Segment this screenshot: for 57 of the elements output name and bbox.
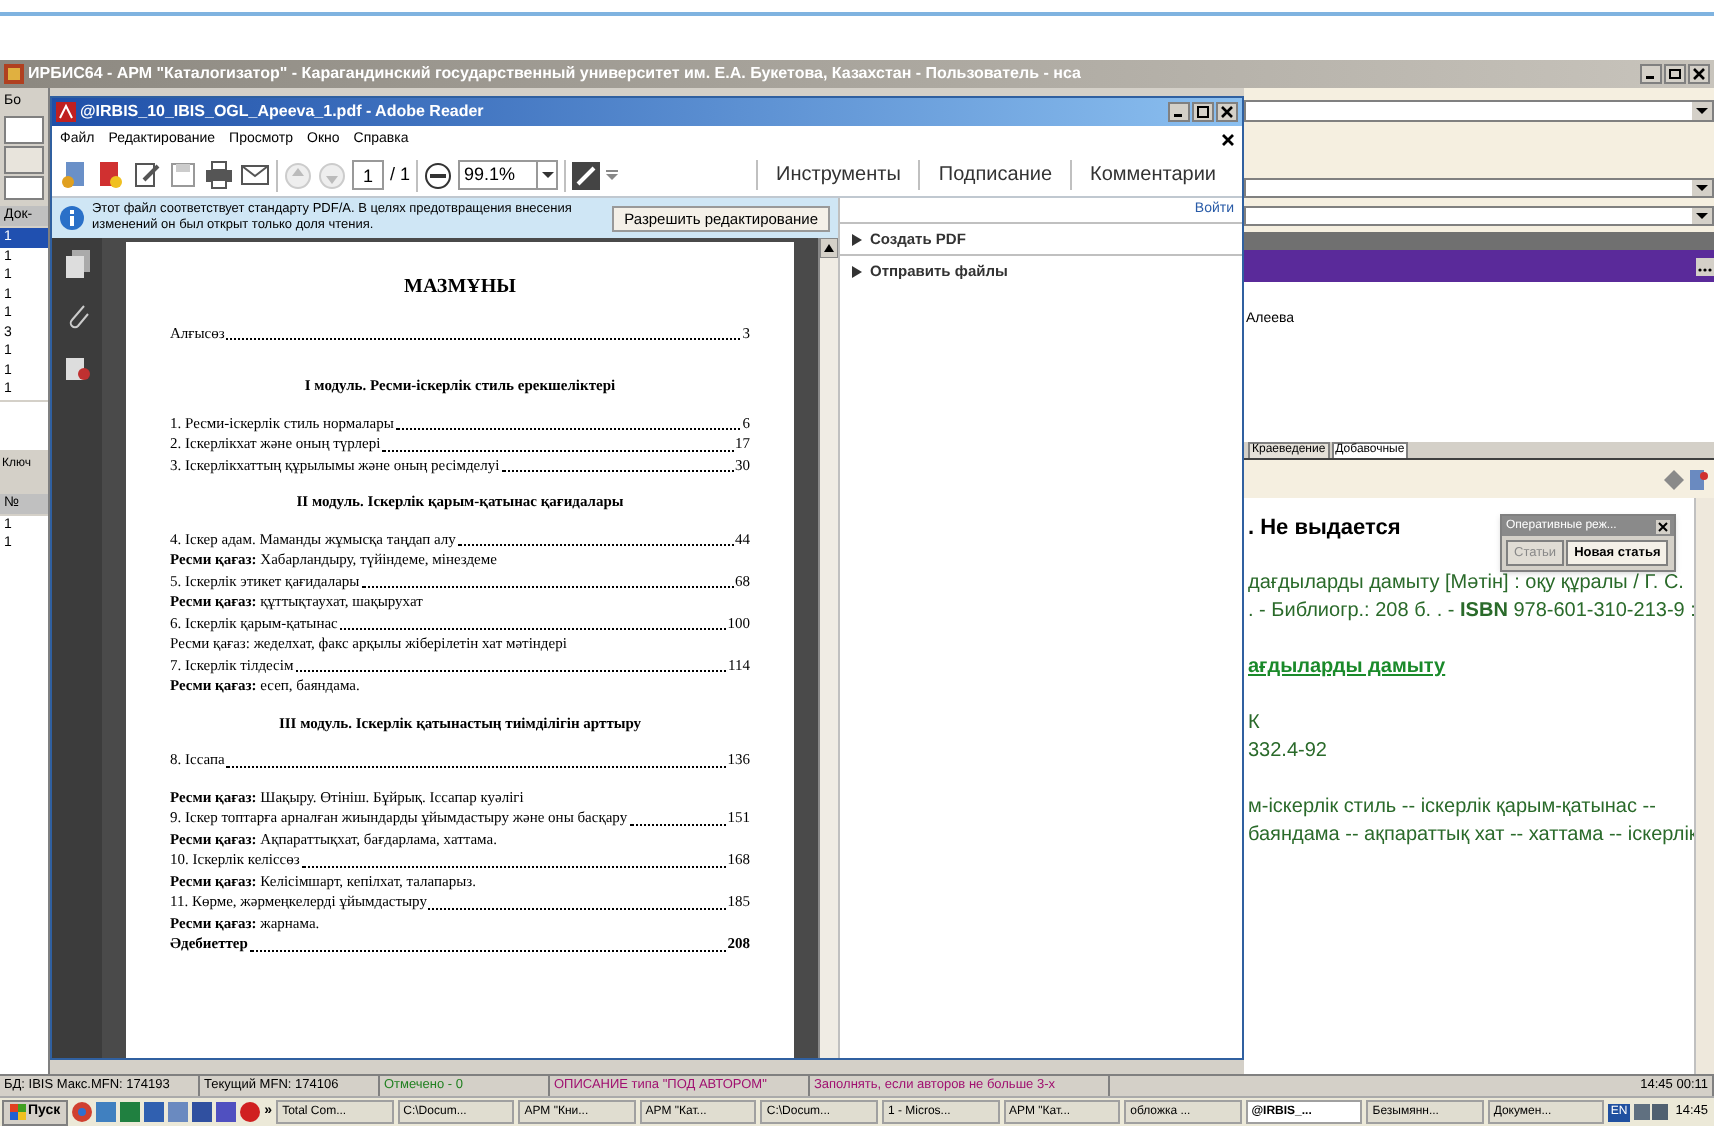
record-text: К: [1248, 710, 1260, 738]
envelope-icon[interactable]: [240, 160, 270, 190]
input-field[interactable]: [4, 175, 44, 199]
record-text: 332.4-92: [1248, 738, 1327, 766]
quick-launch-icon[interactable]: [192, 1102, 213, 1122]
document-heading: МАЗМҰНЫ: [402, 278, 518, 299]
create-pdf-icon[interactable]: [96, 160, 126, 190]
paperclip-icon[interactable]: [65, 302, 89, 330]
maximize-button[interactable]: [1192, 102, 1214, 122]
app-icon: [4, 64, 24, 84]
quick-launch-icon[interactable]: [168, 1102, 189, 1122]
dropdown-field[interactable]: [1244, 206, 1714, 226]
close-button[interactable]: [1656, 519, 1670, 533]
signature-icon[interactable]: [65, 354, 89, 382]
triangle-icon: [852, 233, 862, 245]
print-icon[interactable]: [204, 160, 234, 190]
tab[interactable]: Подписание: [918, 160, 1071, 190]
close-button[interactable]: [1688, 64, 1710, 84]
minimize-button[interactable]: [1168, 102, 1190, 122]
diamond-icon[interactable]: [1664, 469, 1684, 489]
zoom-dropdown[interactable]: 99.1%: [458, 160, 559, 190]
quick-launch-icon[interactable]: [96, 1102, 117, 1122]
record-link[interactable]: ағдыларды дамыту: [1248, 654, 1446, 682]
toolbar-menu-icon[interactable]: [606, 170, 619, 180]
record-heading: . Не выдается: [1248, 514, 1401, 542]
windows-logo-icon: [10, 1104, 26, 1120]
edit-icon[interactable]: [132, 160, 162, 190]
caret-icon[interactable]: [1692, 208, 1712, 224]
pages-icon[interactable]: [65, 250, 89, 278]
close-button[interactable]: [1216, 102, 1238, 122]
close-icon[interactable]: [1222, 134, 1234, 146]
scrollbar[interactable]: [1694, 498, 1714, 1074]
caret-icon[interactable]: [536, 162, 557, 188]
caret-icon[interactable]: [1692, 180, 1712, 196]
caret-icon[interactable]: [1692, 102, 1712, 120]
record-text: дағдыларды дамыту [Мәтін] : оқу құралы / Г. С.: [1248, 570, 1684, 598]
tab[interactable]: Комментарии: [1070, 160, 1234, 190]
page-number-field[interactable]: 1: [352, 160, 384, 190]
record-text: м-іскерлік стиль -- іскерлік қарым-қатынас --: [1248, 794, 1656, 822]
minimize-button[interactable]: [1640, 64, 1662, 84]
fit-page-icon[interactable]: [572, 161, 601, 189]
window-title: ИРБИС64 - АРМ "Каталогизатор" - Карагандинский государственный университет им. Е.А. Букетова, Казахстан - Пользователь - нса: [28, 62, 1083, 86]
page-total: / 1: [390, 161, 411, 188]
tab[interactable]: Инструменты: [756, 160, 919, 190]
info-icon: [60, 206, 84, 230]
scroll-up-button[interactable]: [820, 238, 838, 258]
ellipsis-button[interactable]: [1696, 257, 1714, 275]
dropdown-field[interactable]: [1244, 100, 1714, 122]
window-title: @IRBIS_10_IBIS_OGL_Apeeva_1.pdf - Adobe Reader: [80, 100, 486, 124]
scrollbar[interactable]: [818, 238, 838, 1058]
dropdown-field[interactable]: [1244, 178, 1714, 198]
record-text: . - Библиогр.: 208 б. . - ISBN 978-601-310-213-9 :: [1248, 598, 1696, 626]
zoom-out-icon[interactable]: [424, 161, 453, 189]
restore-button[interactable]: [1664, 64, 1686, 84]
open-file-icon[interactable]: [60, 160, 90, 190]
pdf-icon: [56, 102, 76, 122]
triangle-icon: [852, 265, 862, 277]
